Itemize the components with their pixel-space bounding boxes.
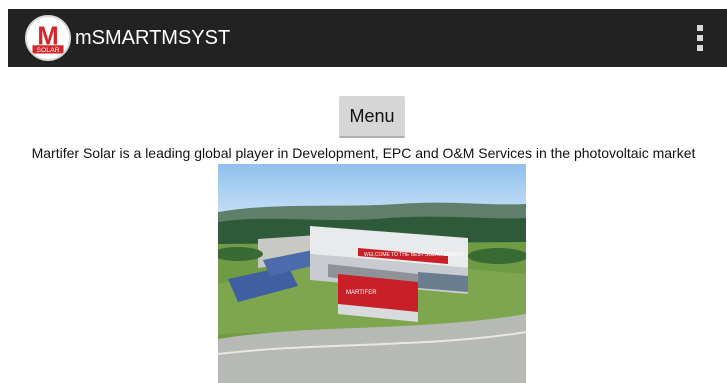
image-building-text: MARTIFER <box>346 290 377 296</box>
company-description: Martifer Solar is a leading global playe… <box>31 145 696 161</box>
more-vert-icon[interactable] <box>691 21 709 55</box>
menu-button[interactable]: Menu <box>339 96 405 138</box>
app-title: mSMARTMSYST <box>75 27 231 49</box>
logo-text: SOLAR <box>36 47 59 54</box>
company-photo: WELCOME TO THE BEST SOLAR ENERGY MARTIFE… <box>218 164 526 383</box>
action-bar: M SOLAR mSMARTMSYST <box>8 9 727 67</box>
app-logo-icon[interactable]: M SOLAR <box>25 15 71 61</box>
status-bar-gap <box>0 0 727 9</box>
image-sign-text: WELCOME TO THE BEST SOLAR ENERGY <box>364 252 465 258</box>
